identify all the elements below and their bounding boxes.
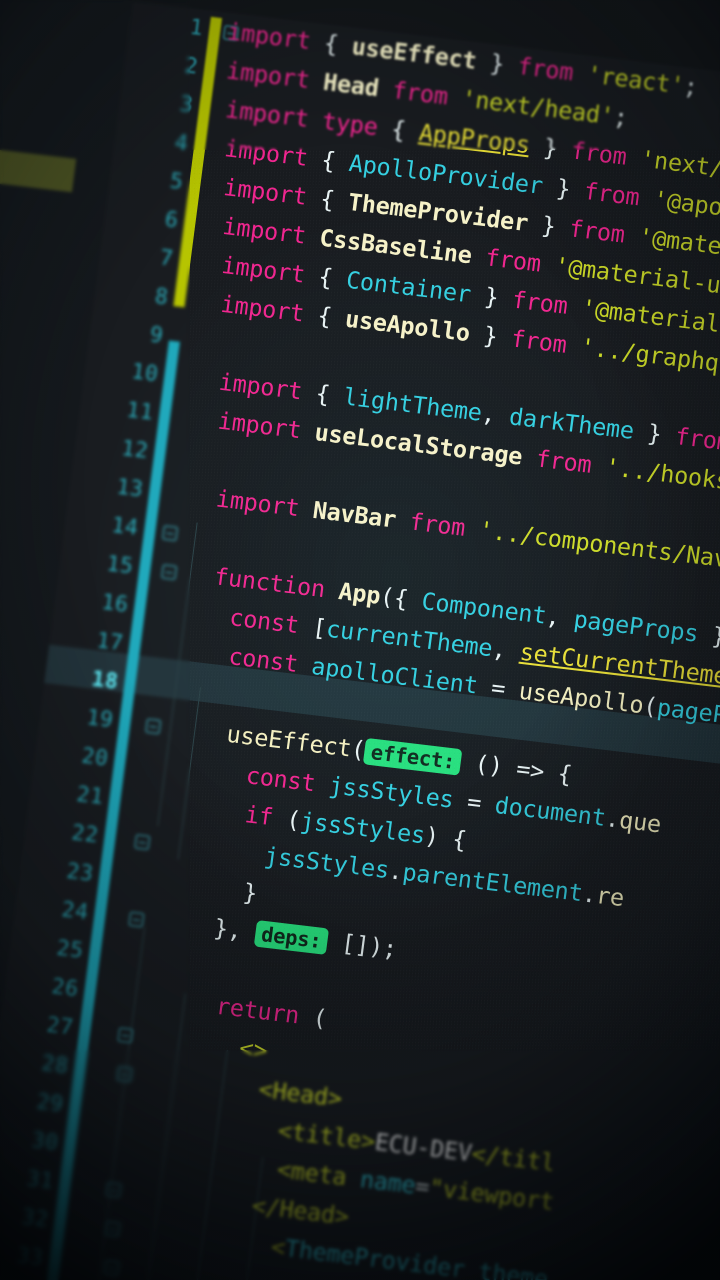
line-number: 11 — [125, 397, 155, 425]
param-hint-deps: deps: — [253, 920, 330, 955]
line-number-current: 18 — [90, 666, 120, 694]
param-hint-effect: effect: — [363, 737, 463, 776]
line-number: 8 — [153, 283, 170, 310]
code-line[interactable]: return ( — [214, 993, 328, 1032]
line-number: 4 — [173, 129, 190, 156]
line-number: 28 — [40, 1050, 71, 1079]
list-item[interactable]: ts — [0, 487, 65, 557]
code-line[interactable]: <Head> — [257, 1077, 343, 1113]
line-number: 32 — [20, 1204, 51, 1232]
line-number: 23 — [65, 858, 96, 886]
line-number: 2 — [183, 52, 200, 79]
line-number: 13 — [115, 474, 145, 502]
line-number: 14 — [110, 512, 140, 541]
list-item[interactable]: mple — [0, 549, 57, 619]
line-number: 31 — [25, 1165, 56, 1194]
line-number: 19 — [85, 704, 115, 733]
line-number: 16 — [100, 589, 130, 617]
ide-window: index.ts ✕ .env.local ✕ — [0, 0, 720, 1280]
line-number: 15 — [105, 551, 135, 579]
line-number: 22 — [70, 820, 101, 848]
code-line[interactable]: <> — [238, 1035, 269, 1065]
line-number: 25 — [55, 935, 86, 963]
line-number: 26 — [50, 973, 81, 1002]
code-line[interactable]: jssStyles.parentElement.re — [263, 843, 626, 912]
line-number: 10 — [130, 358, 160, 387]
line-number: 29 — [35, 1089, 66, 1117]
code-line[interactable]: import NavBar from '../components/NavBar… — [214, 486, 720, 582]
sidebar-item-library-root[interactable]: library root — [0, 126, 77, 193]
line-number: 30 — [30, 1127, 61, 1156]
line-number: 5 — [168, 168, 185, 195]
ide-photo: index.ts ✕ .env.local ✕ — [0, 0, 720, 1280]
code-line[interactable]: }, deps: []); — [212, 915, 398, 963]
line-number: 17 — [95, 627, 125, 656]
line-number: 3 — [178, 91, 195, 118]
code-editor[interactable]: 1 2 3 4 5 6 7 8 9 10 11 12 13 14 15 16 1… — [0, 1, 720, 1280]
line-number: 1 — [188, 14, 205, 41]
list-item[interactable]: nt.tsx — [0, 274, 93, 344]
line-number: 20 — [80, 743, 111, 771]
line-number: 9 — [148, 321, 165, 348]
line-number: 34 — [0, 1276, 40, 1280]
line-number: 24 — [60, 896, 91, 925]
code-line[interactable]: </Head> — [250, 1193, 350, 1231]
line-number: 6 — [163, 206, 180, 233]
line-number: 21 — [75, 781, 106, 810]
line-number: 33 — [15, 1242, 46, 1271]
line-number: 27 — [45, 1012, 76, 1040]
line-number: 7 — [158, 245, 175, 271]
code-line[interactable]: } — [242, 880, 259, 908]
line-number: 12 — [120, 435, 150, 464]
code-line[interactable]: <ThemeProvider theme — [270, 1234, 550, 1280]
